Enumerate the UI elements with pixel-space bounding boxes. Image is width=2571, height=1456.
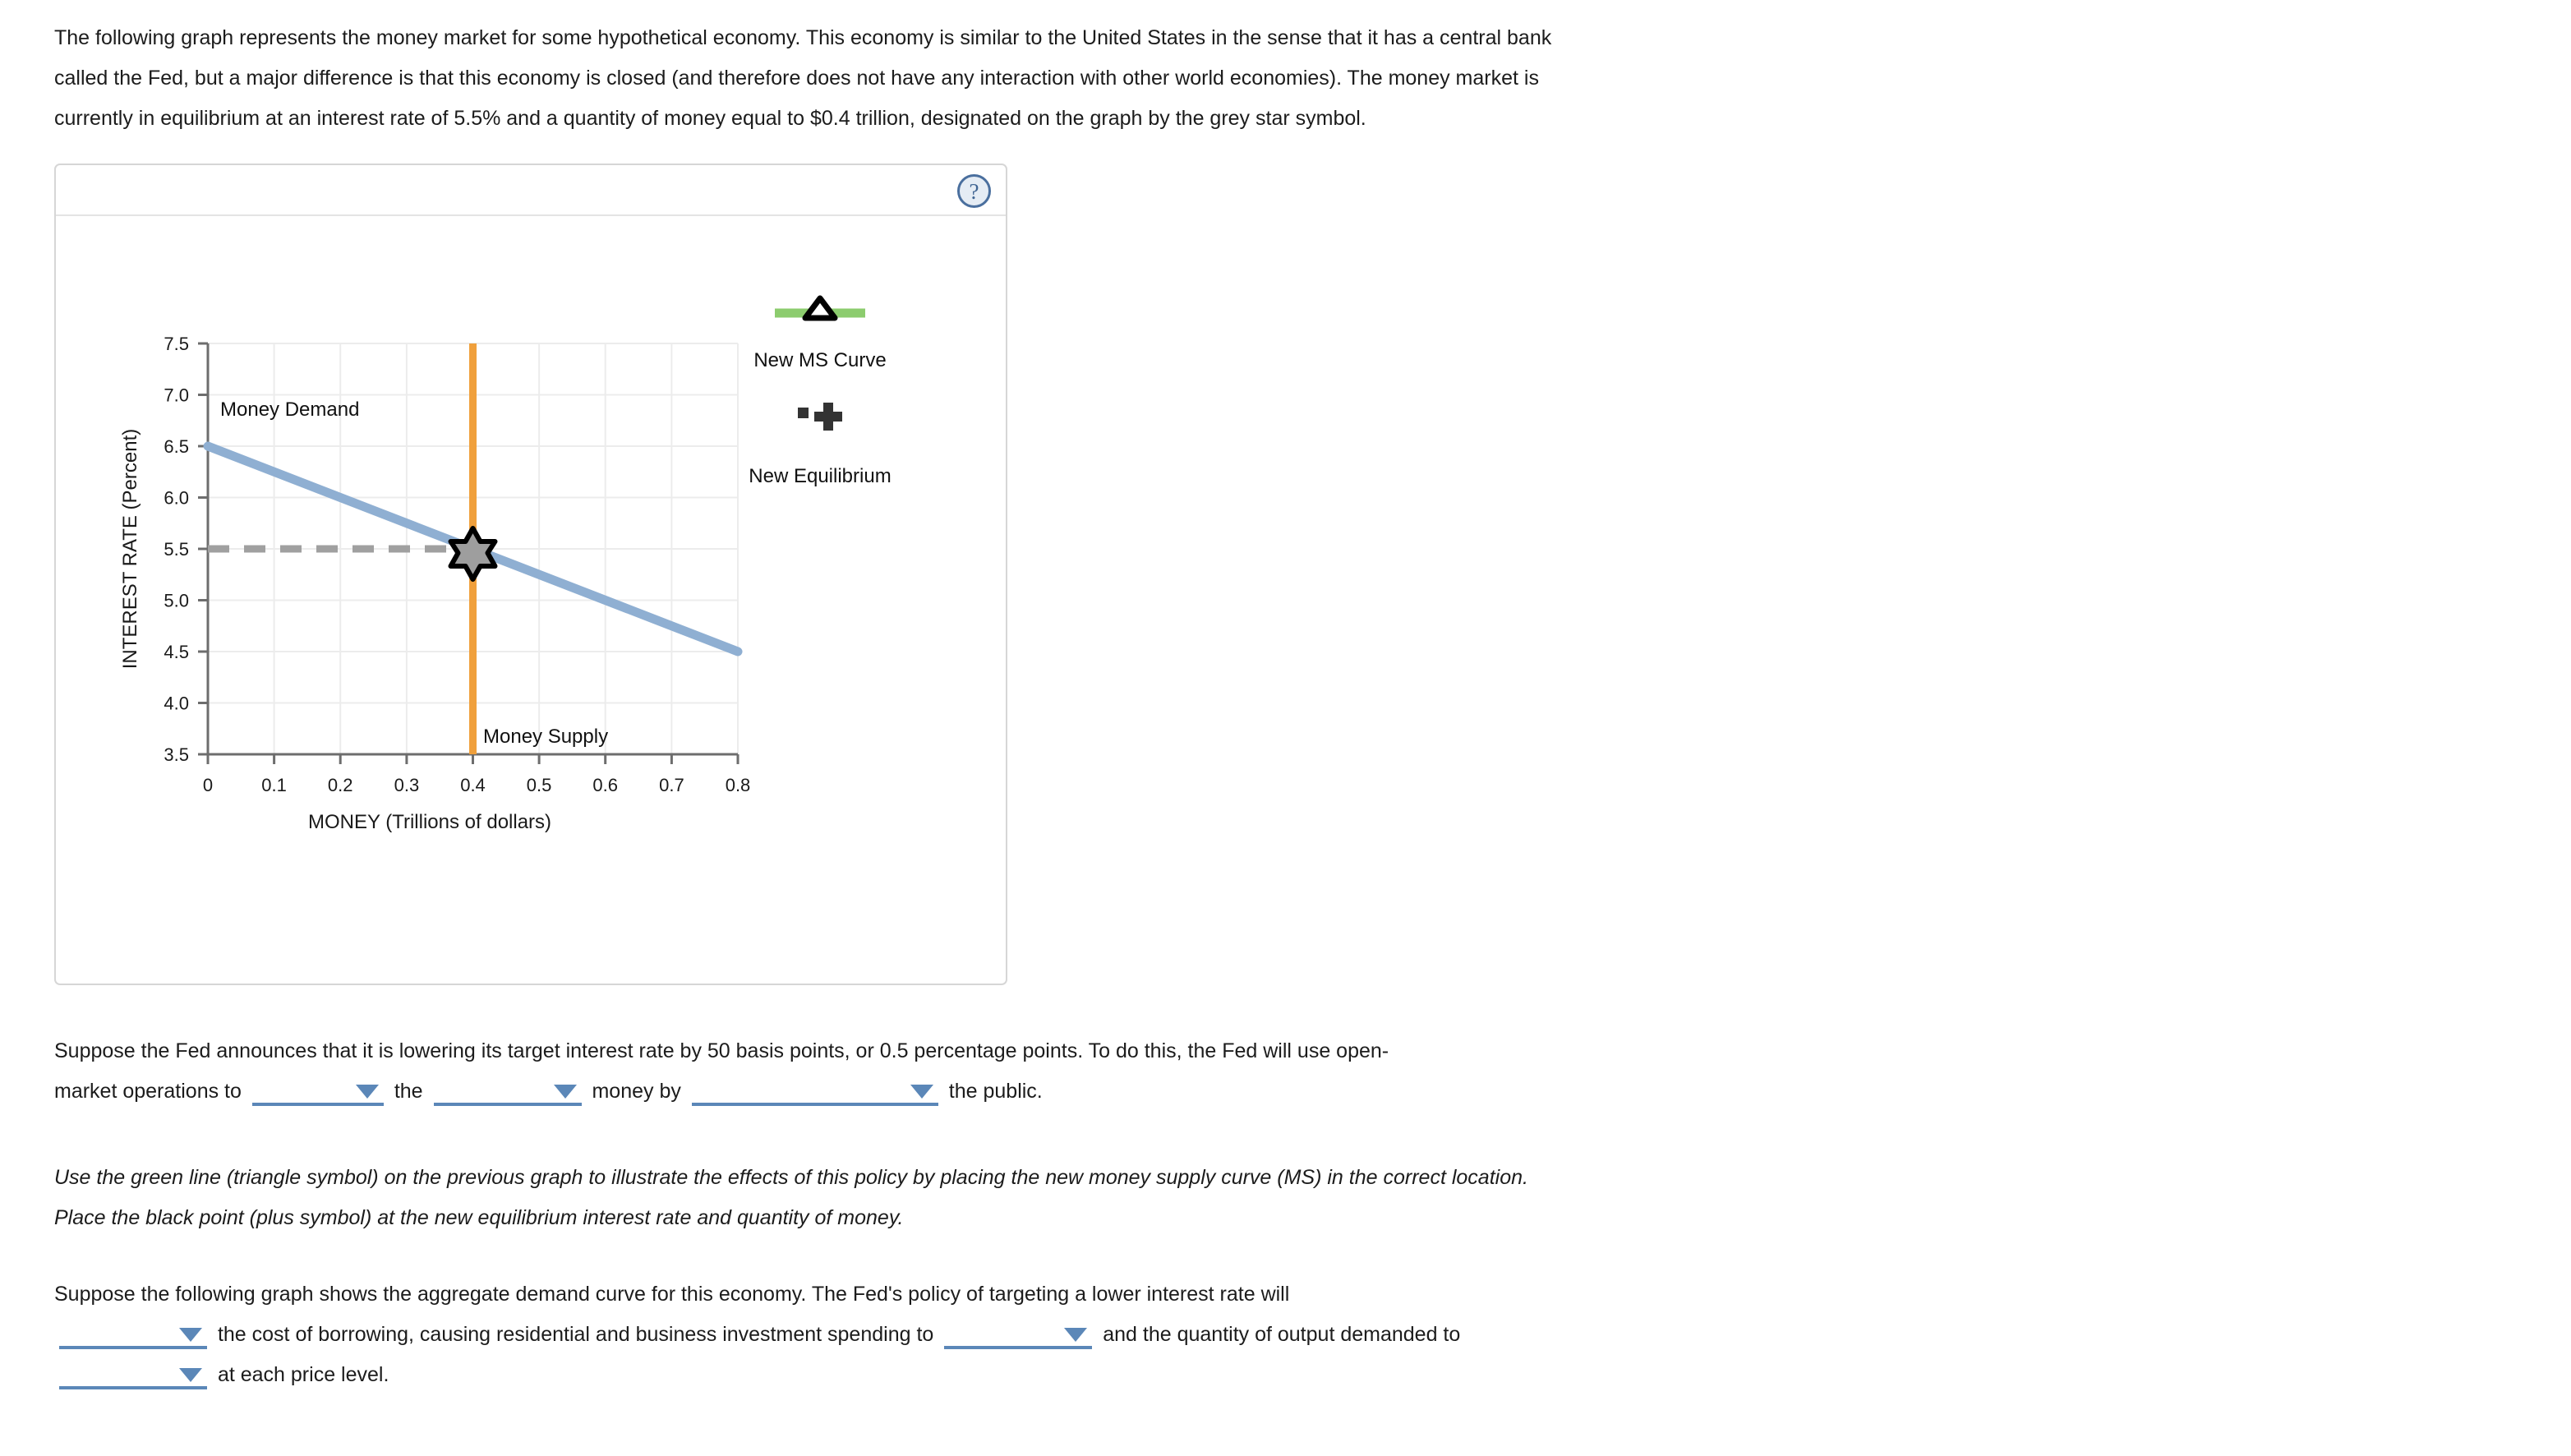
chart-x-axis-label: MONEY (Trillions of dollars) (308, 811, 551, 833)
chart-svg: 3.5 4.0 4.5 5.0 5.5 6.0 6.5 7.0 7.5 0 0.… (119, 295, 892, 833)
legend-square-icon (798, 408, 809, 418)
question-2-seg-3: at each price level. (217, 1363, 389, 1386)
chart-y-tick-label: 6.5 (164, 436, 189, 457)
legend-item-new-ms-curve[interactable]: New MS Curve (753, 295, 887, 371)
cost-of-borrowing-dropdown[interactable] (59, 1321, 207, 1350)
chart-y-tick-label: 6.0 (164, 488, 189, 509)
graph-panel-header: ? (56, 165, 1006, 216)
chart-y-tick-label: 5.5 (164, 539, 189, 560)
triangle-icon (802, 295, 838, 321)
chart-y-ticks (198, 342, 208, 756)
page-content: The following graph represents the money… (0, 0, 2571, 1395)
money-supply-label: Money Supply (483, 726, 608, 748)
question-2: Suppose the following graph shows the ag… (54, 1274, 1599, 1395)
legend-label-new-ms-curve: New MS Curve (753, 349, 886, 371)
question-1-seg-3: money by (592, 1080, 681, 1103)
chart-y-tick-label: 4.5 (164, 642, 189, 662)
question-2-line-1: Suppose the following graph shows the ag… (54, 1283, 1290, 1306)
open-market-operations-dropdown[interactable] (251, 1078, 384, 1107)
equilibrium-star-marker (448, 526, 498, 582)
chevron-down-icon (355, 1085, 379, 1099)
plus-icon (814, 403, 842, 431)
question-1-seg-2: the (394, 1080, 423, 1103)
chart-y-tick-label: 5.0 (164, 591, 189, 611)
chart-y-tick-label: 3.5 (164, 744, 189, 765)
investment-spending-dropdown[interactable] (944, 1321, 1093, 1350)
question-2-seg-1: the cost of borrowing, causing residenti… (217, 1323, 934, 1346)
chevron-down-icon (179, 1328, 202, 1343)
chevron-down-icon (553, 1085, 577, 1099)
chart-y-tick-label: 7.5 (164, 334, 189, 354)
question-1: Suppose the Fed announces that it is low… (54, 1031, 1599, 1112)
chart-x-tick-label: 0.7 (659, 775, 684, 795)
question-1-seg-1: market operations to (54, 1080, 242, 1103)
chevron-down-icon (910, 1085, 933, 1099)
instruction-text: Use the green line (triangle symbol) on … (54, 1166, 1528, 1229)
question-1-seg-4: the public. (948, 1080, 1043, 1103)
money-demand-label: Money Demand (220, 399, 359, 421)
output-demanded-dropdown[interactable] (59, 1362, 207, 1390)
graph-panel: ? 3.5 4.0 4.5 5.0 5.5 6.0 6.5 7.0 7.5 0 … (54, 164, 1007, 985)
chevron-down-icon (1064, 1328, 1088, 1343)
chart-x-tick-label: 0.6 (592, 775, 618, 795)
question-1-line-1: Suppose the Fed announces that it is low… (54, 1039, 1389, 1062)
question-2-seg-2: and the quantity of output demanded to (1103, 1323, 1461, 1346)
help-icon[interactable]: ? (957, 174, 991, 208)
money-change-direction-dropdown[interactable] (433, 1078, 582, 1107)
chart-x-tick-label: 0.2 (328, 775, 353, 795)
legend-item-new-equilibrium[interactable]: New Equilibrium (749, 403, 892, 487)
intro-paragraph: The following graph represents the money… (54, 26, 1552, 130)
legend-label-new-equilibrium: New Equilibrium (749, 465, 891, 487)
chevron-down-icon (179, 1368, 202, 1383)
money-market-chart: 3.5 4.0 4.5 5.0 5.5 6.0 6.5 7.0 7.5 0 0.… (56, 216, 1006, 984)
chart-x-tick-label: 0.4 (460, 775, 486, 795)
chart-x-tick-label: 0.5 (527, 775, 552, 795)
chart-x-tick-label: 0.8 (726, 775, 751, 795)
chart-x-tick-label: 0.3 (394, 775, 420, 795)
chart-x-tick-label: 0 (203, 775, 213, 795)
chart-y-tick-label: 4.0 (164, 693, 189, 714)
money-transaction-party-dropdown[interactable] (691, 1078, 938, 1107)
chart-y-tick-label: 7.0 (164, 385, 189, 406)
chart-x-tick-label: 0.1 (261, 775, 287, 795)
chart-y-axis-label: INTEREST RATE (Percent) (119, 429, 141, 670)
chart-legend: New MS Curve New Equilibrium (749, 295, 892, 487)
chart-x-ticks (206, 754, 740, 764)
